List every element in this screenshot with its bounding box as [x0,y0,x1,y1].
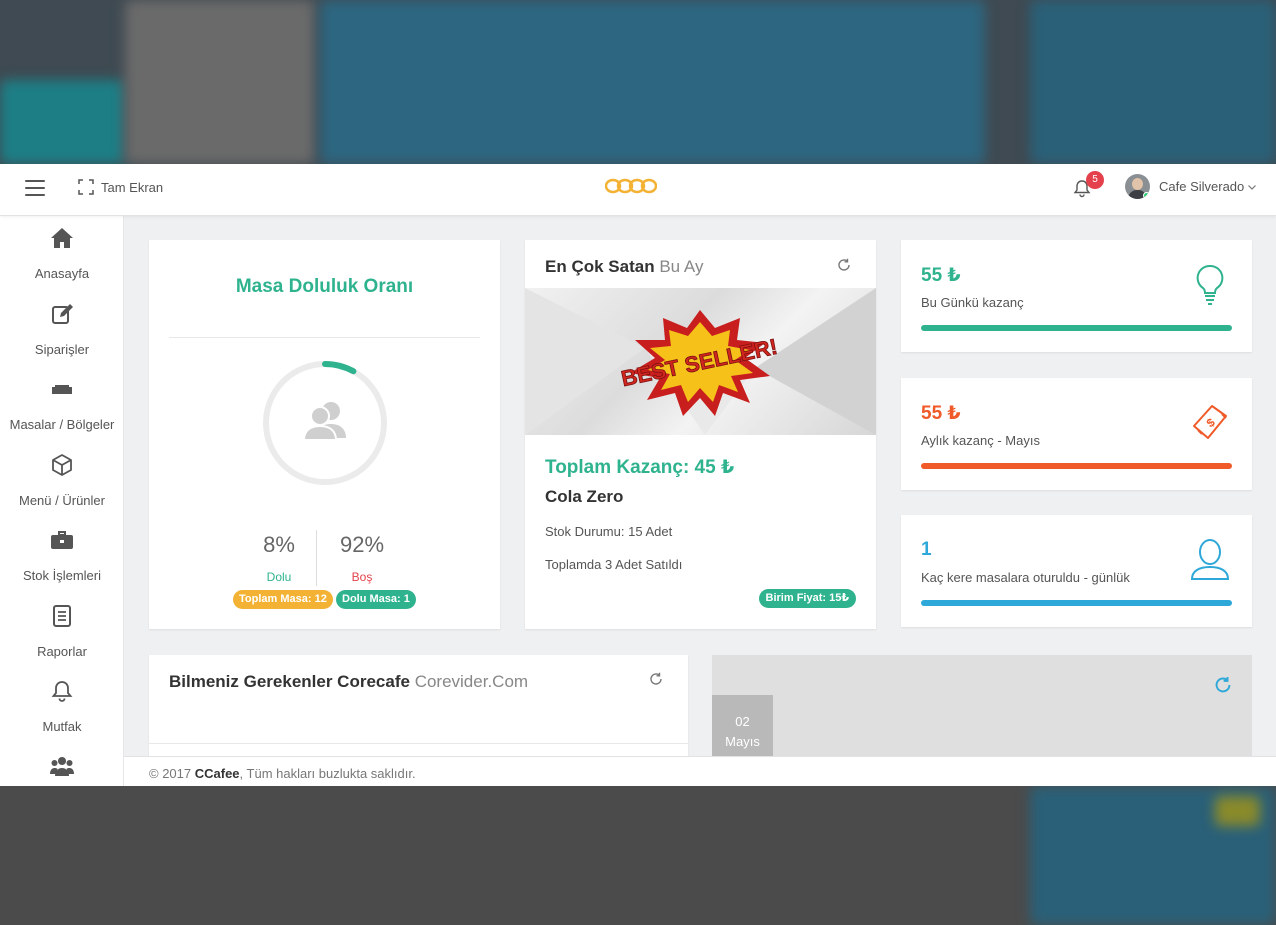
calendar-day[interactable]: 02 Mayıs [712,695,773,765]
best-seller-banner: BEST SELLER! [525,288,876,435]
best-seller-image: BEST SELLER! [525,288,876,435]
money-icon: $ [1193,405,1227,439]
monthly-earnings-label: Aylık kazanç - Mayıs [921,433,1040,448]
fullscreen-icon [78,179,94,195]
occupied-percent: 8% [263,532,295,557]
sidebar-item-label: Stok İşlemleri [22,568,102,583]
sidebar: Anasayfa Siparişler Masalar / Bölgeler M… [0,216,124,786]
footer-copyright: © 2017 [149,766,195,781]
best-seller-title: En Çok Satan [545,257,655,276]
users-icon [50,757,74,776]
sidebar-item-stok[interactable]: Stok İşlemleri [0,528,124,583]
best-seller-product-name: Cola Zero [545,487,624,506]
occupied-label: Dolu [266,570,292,584]
sidebar-item-mutfak[interactable]: Mutfak [0,679,124,734]
fullscreen-button[interactable]: Tam Ekran [78,179,163,195]
sidebar-item-users[interactable] [0,754,124,783]
empty-label: Boş [351,570,373,584]
sidebar-item-label: Menü / Ürünler [19,493,105,508]
daily-earnings-card: 55 ₺ Bu Günkü kazanç [901,240,1252,352]
chevron-down-icon [1248,184,1257,190]
monthly-earnings-card: 55 ₺ Aylık kazanç - Mayıs $ [901,378,1252,490]
monthly-earnings-bar [921,463,1232,469]
sidebar-item-label: Raporlar [37,644,87,659]
sofa-icon [52,385,72,394]
refresh-icon[interactable] [837,258,851,272]
background-blur-top [0,0,1276,164]
refresh-icon[interactable] [1214,676,1232,694]
home-icon [51,228,73,248]
briefcase-icon [51,531,73,549]
sidebar-item-label: Masalar / Bölgeler [9,417,115,432]
user-icon [1190,539,1230,580]
table-visits-bar [921,600,1232,606]
best-seller-period: Bu Ay [659,257,704,276]
best-seller-heading: En Çok Satan Bu Ay [545,257,703,277]
table-visits-label: Kaç kere masalara oturuldu - günlük [921,570,1130,585]
best-seller-card: En Çok Satan Bu Ay BEST SELLER! Toplam K… [525,240,876,629]
sidebar-item-raporlar[interactable]: Raporlar [0,604,124,659]
best-seller-sold: Toplamda 3 Adet Satıldı [545,557,683,572]
info-heading: Bilmeniz Gerekenler Corecafe Corevider.C… [169,672,528,692]
sidebar-item-menu[interactable]: Menü / Ürünler [0,453,124,508]
sidebar-item-label: Anasayfa [34,266,90,281]
daily-earnings-value: 55 ₺ [921,265,961,286]
total-tables-badge: Toplam Masa: 12 [233,590,333,609]
menu-toggle-icon[interactable] [25,180,45,196]
sidebar-item-label: Siparişler [34,342,90,357]
top-bar: Tam Ekran 5 Cafe Silverado [0,164,1276,216]
avatar [1125,174,1150,199]
users-icon [302,402,346,441]
calendar-card: 02 Mayıs [712,655,1252,765]
user-name: Cafe Silverado [1159,179,1245,194]
footer-rights: , Tüm hakları buzlukta saklıdır. [239,766,416,781]
info-subtitle: Corevider.Com [414,672,529,691]
occupied-tables-badge: Dolu Masa: 1 [336,590,416,609]
daily-earnings-bar [921,325,1232,331]
info-title: Bilmeniz Gerekenler Corecafe [169,672,410,691]
fullscreen-label: Tam Ekran [101,179,164,195]
sidebar-item-label: Mutfak [42,719,82,734]
cube-icon [52,454,72,476]
unit-price-badge: Birim Fiyat: 15₺ [758,589,856,608]
sidebar-item-anasayfa[interactable]: Anasayfa [0,226,124,281]
daily-earnings-label: Bu Günkü kazanç [921,295,1024,310]
occupancy-progress-ring [263,361,387,485]
footer-brand: CCafee [194,766,240,781]
bell-icon [51,681,73,702]
best-seller-stock: Stok Durumu: 15 Adet [545,524,673,539]
occupancy-title: Masa Doluluk Oranı [235,276,414,297]
occupancy-card: Masa Doluluk Oranı 8% Dolu 92% Boş Topla… [149,240,500,629]
lightbulb-icon [1196,264,1224,305]
best-seller-total-earnings: Toplam Kazanç: 45 ₺ [545,457,735,478]
sidebar-item-masalar[interactable]: Masalar / Bölgeler [0,377,124,432]
calendar-month: Mayıs [725,734,760,749]
app-logo [605,178,657,194]
table-visits-card: 1 Kaç kere masalara oturuldu - günlük [901,515,1252,627]
empty-percent: 92% [339,532,385,557]
table-visits-value: 1 [921,539,932,560]
background-blur-bottom [0,786,1276,925]
calendar-day-number: 02 [735,714,750,729]
edit-icon [52,304,73,324]
divider [149,743,688,744]
footer: © 2017 CCafee, Tüm hakları buzlukta sakl… [124,756,1276,786]
divider [169,337,480,338]
app-window: Tam Ekran 5 Cafe Silverado Anasayfa Sipa… [0,164,1276,786]
notification-count-badge: 5 [1086,171,1104,189]
refresh-icon[interactable] [649,672,663,686]
user-menu[interactable]: Cafe Silverado [1125,174,1257,199]
monthly-earnings-value: 55 ₺ [921,403,961,424]
sidebar-item-siparisler[interactable]: Siparişler [0,302,124,357]
document-icon [53,605,71,627]
divider [316,530,317,586]
